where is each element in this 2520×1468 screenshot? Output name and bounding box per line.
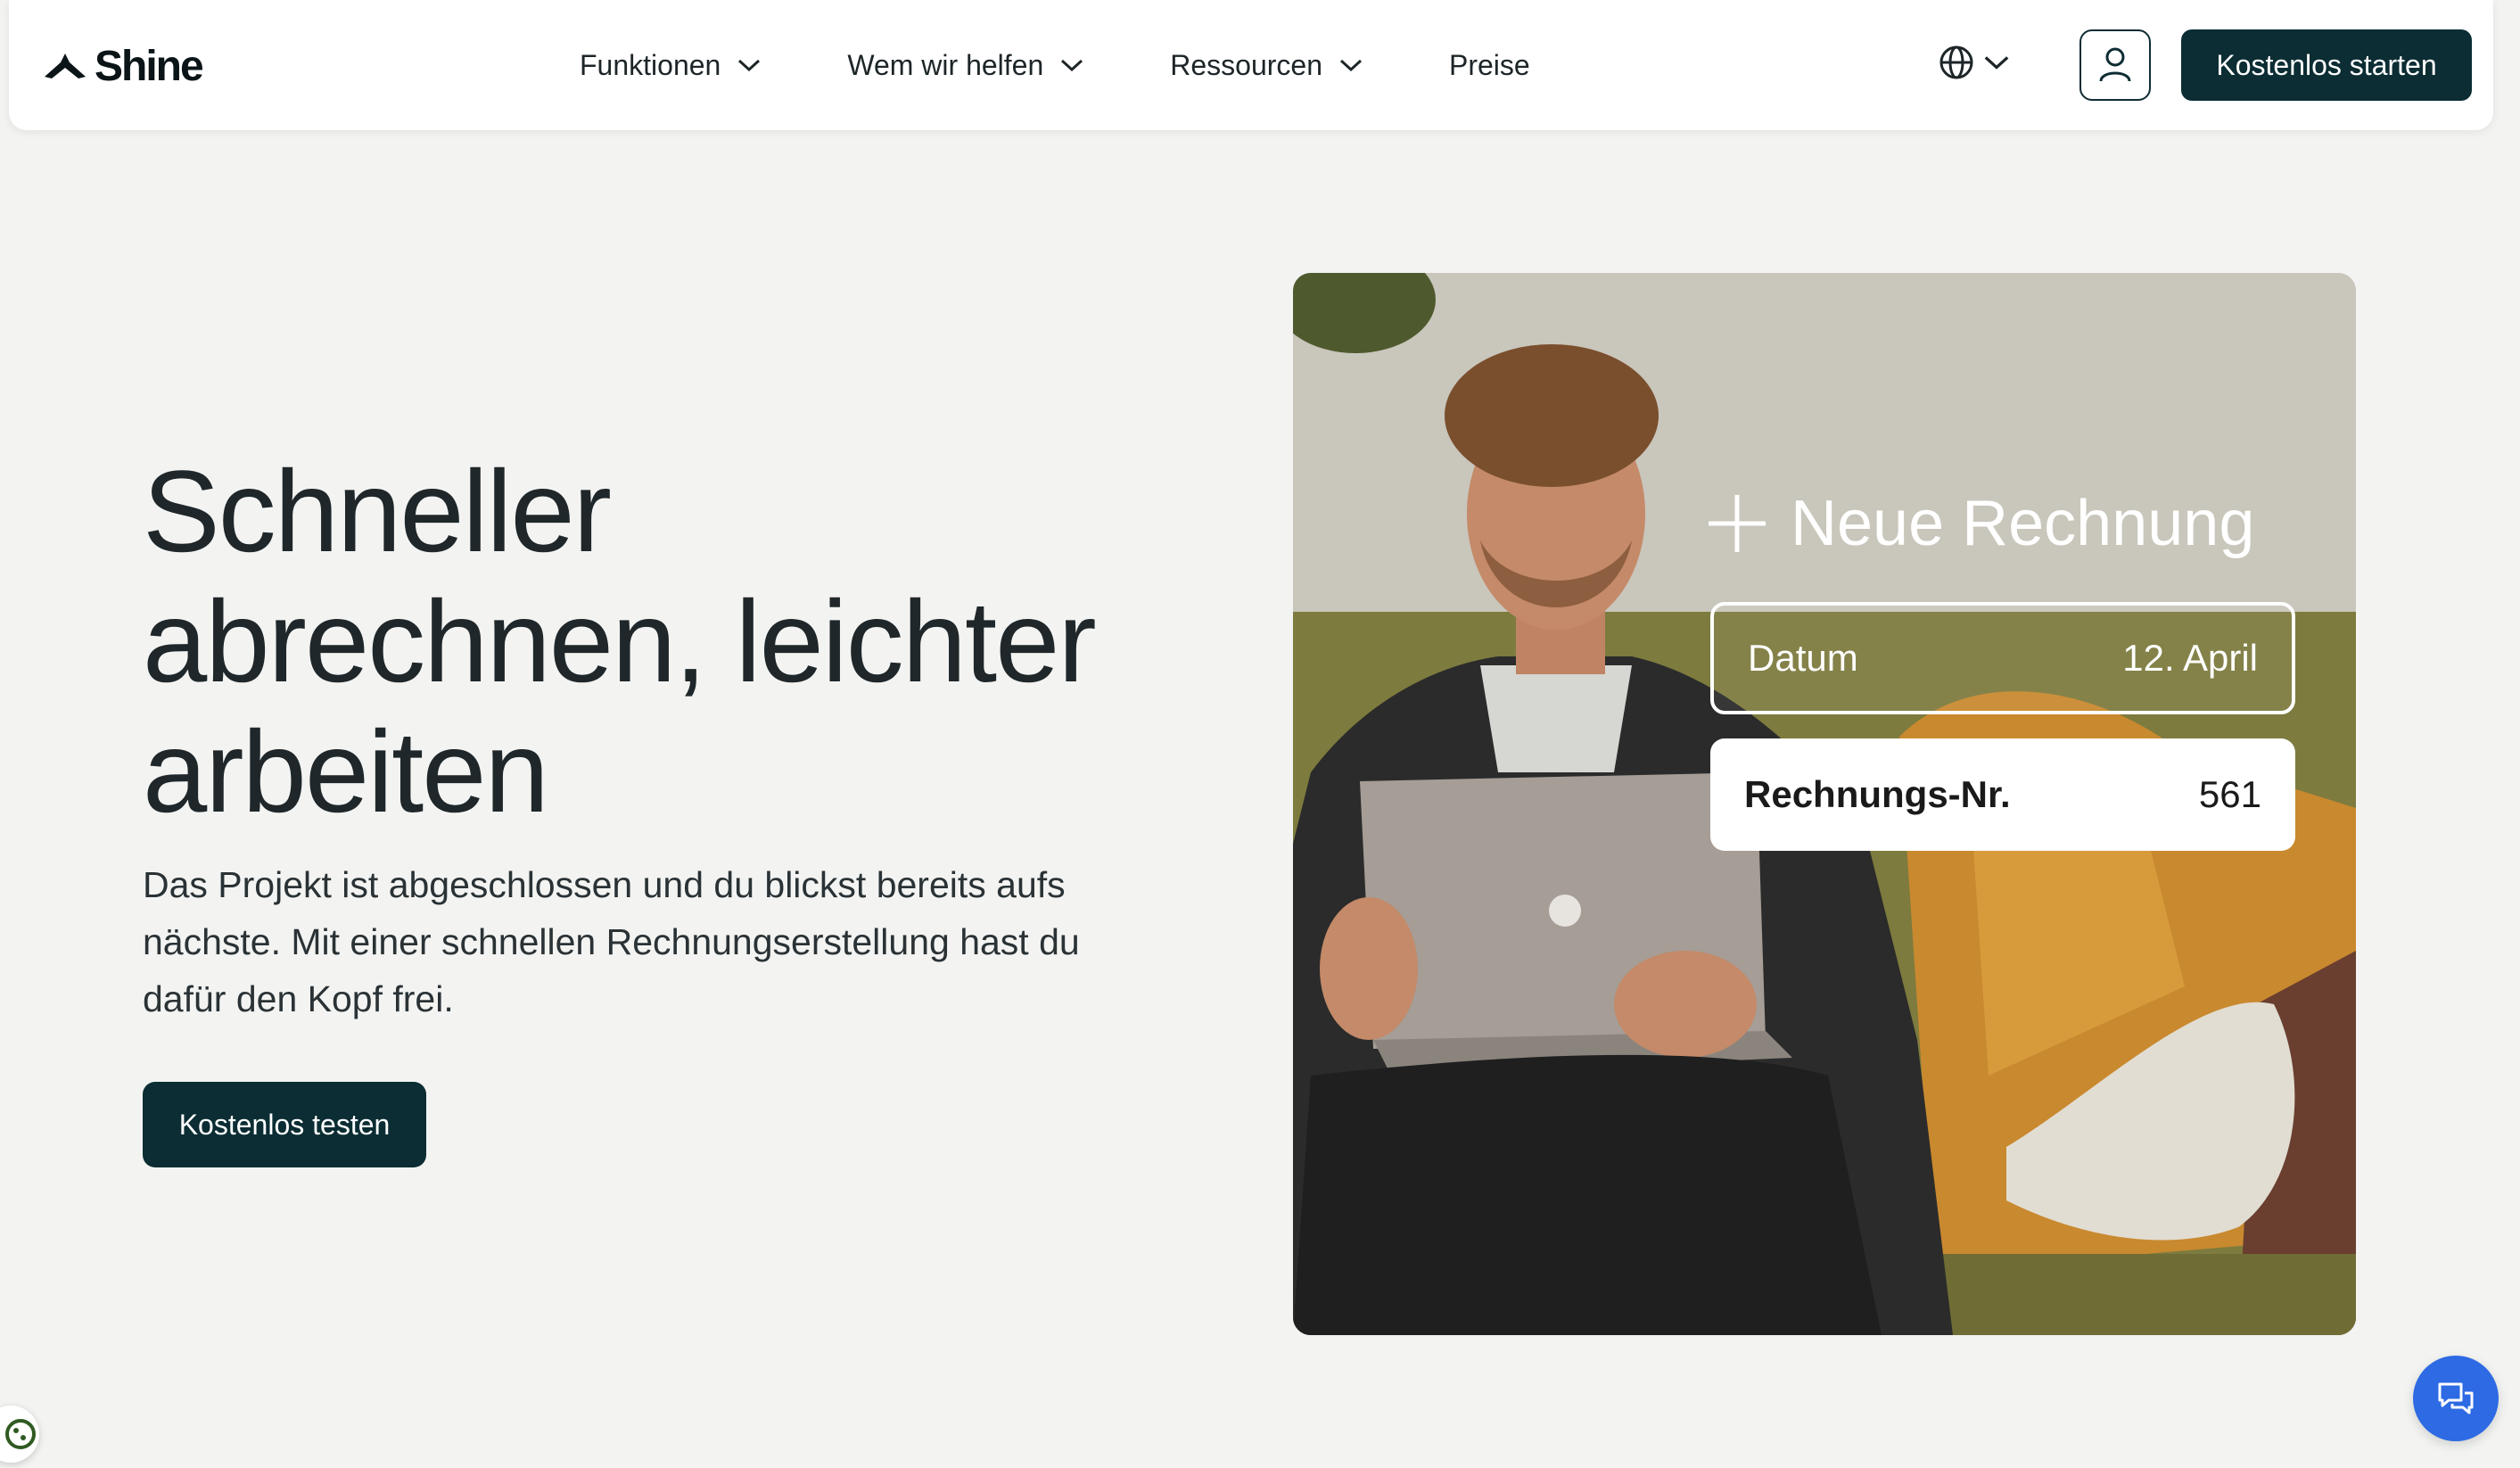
language-selector[interactable] [1939,45,2012,80]
globe-icon [1939,45,1973,79]
field-value: 12. April [2122,637,2258,679]
top-navbar: Shine Funktionen Wem wir helfen Ressourc… [9,0,2493,130]
chevron-down-icon [738,59,761,72]
new-invoice-overlay: Neue Rechnung [1705,487,2254,560]
hero-title-line: abrechnen, leichter [143,576,1097,706]
chevron-down-icon [1339,59,1363,72]
cookie-icon [5,1419,36,1449]
menu-item-label: Preise [1449,48,1530,81]
shine-logo-mark-icon [45,54,86,78]
kostenlos-testen-button[interactable]: Kostenlos testen [143,1082,426,1167]
menu-item-preise[interactable]: Preise [1449,49,1530,82]
menu-item-ressourcen[interactable]: Ressourcen [1170,49,1363,82]
cookie-settings-button[interactable] [0,1406,39,1463]
menu-item-label: Wem wir helfen [847,48,1044,81]
hero-description: Das Projekt ist abgeschlossen und du bli… [143,864,1080,1019]
chevron-down-icon [1984,56,2009,70]
date-field-overlay: Datum 12. April [1710,602,2295,714]
chat-icon [2438,1382,2474,1414]
user-icon [2099,47,2131,82]
hero-title-line: arbeiten [143,706,549,837]
field-value: 561 [2198,773,2261,815]
kostenlos-starten-button[interactable]: Kostenlos starten [2181,29,2472,101]
hero-title-line: Schneller [143,446,612,576]
chat-button[interactable] [2413,1356,2499,1441]
field-label: Rechnungs-Nr. [1744,773,2011,815]
account-button[interactable] [2079,29,2151,101]
menu-item-label: Funktionen [580,48,721,81]
invoice-number-field-overlay: Rechnungs-Nr. 561 [1710,738,2295,851]
chevron-down-icon [1061,59,1083,72]
brand-name: Shine [95,42,204,90]
hero-title: Schneller abrechnen, leichter arbeiten [143,446,1213,837]
menu-item-label: Ressourcen [1170,48,1322,81]
menu-item-funktionen[interactable]: Funktionen [580,49,762,82]
menu-item-wem-wir-helfen[interactable]: Wem wir helfen [847,49,1084,82]
overlay-title: Neue Rechnung [1791,488,2255,559]
main-menu: Funktionen Wem wir helfen Ressourcen Pre… [580,0,1530,130]
shine-logo[interactable]: Shine [43,39,204,93]
hero-image: Neue Rechnung Datum 12. April Rechnungs-… [1293,273,2356,1335]
field-label: Datum [1748,637,1858,679]
plus-icon [1709,495,1766,552]
